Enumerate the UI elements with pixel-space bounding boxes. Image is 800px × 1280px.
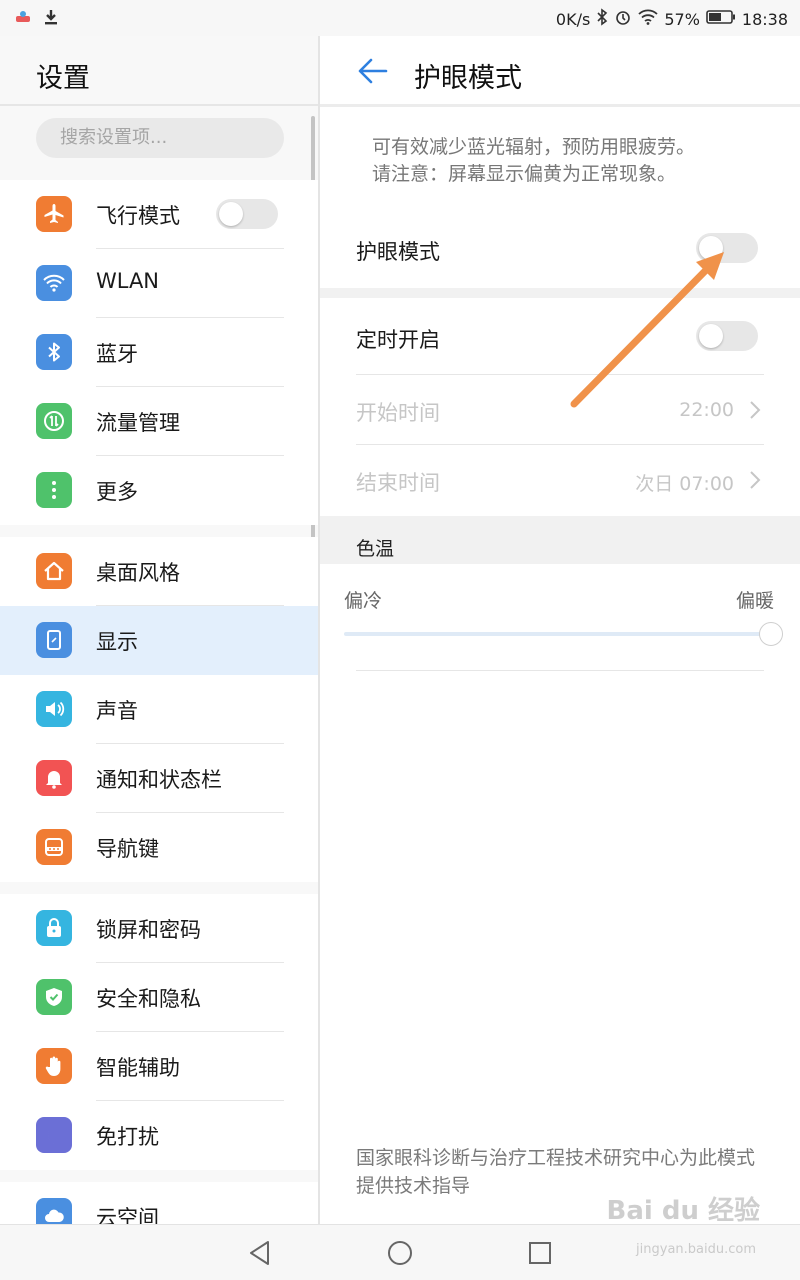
sidebar-item-label: 锁屏和密码 [96,918,201,942]
moon-icon [36,1117,72,1153]
sidebar-item-label: 通知和状态栏 [96,768,222,792]
nav-recents-button[interactable] [526,1239,554,1267]
watermark: Bai du 经验 [606,1196,761,1226]
description-line: 可有效减少蓝光辐射，预防用眼疲劳。 [372,136,696,158]
color-temp-label: 色温 [356,538,395,560]
search-input[interactable]: 搜索设置项... [36,118,284,158]
sidebar-item-label: 显示 [96,630,138,654]
header-divider [320,104,800,107]
airplane-icon [36,196,72,232]
battery-level: 57% [664,9,700,29]
color-temp-slider-thumb[interactable] [759,622,783,646]
chevron-right-icon [750,401,761,419]
sidebar-item-label: WLAN [96,269,160,293]
sidebar-item-smart-assist[interactable]: 智能辅助 [0,1032,318,1101]
page-title: 护眼模式 [414,63,522,94]
sidebar-item-navigation-keys[interactable]: 导航键 [0,813,318,882]
nav-back-button[interactable] [246,1239,274,1267]
end-time-label: 结束时间 [356,471,440,495]
sidebar-item-airplane-mode[interactable]: 飞行模式 [0,180,318,249]
settings-list-panel: 设置 搜索设置项... 飞行模式 WLAN 蓝牙 流量管理 更多 桌面风格 显示… [0,36,318,1224]
airplane-mode-toggle[interactable] [216,199,278,229]
eye-mode-toggle[interactable] [696,233,758,263]
bluetooth-icon [36,334,72,370]
wifi-status-icon [638,9,658,29]
section-divider [320,288,800,298]
color-temp-header: 色温 [320,516,800,564]
home-icon [36,553,72,589]
lock-icon [36,910,72,946]
navigation-key-icon [36,829,72,865]
back-button[interactable] [356,54,390,88]
sidebar-item-wlan[interactable]: WLAN [0,249,318,318]
sidebar-item-label: 云空间 [96,1206,159,1224]
header-divider [0,104,318,106]
sidebar-item-display[interactable]: 显示 [0,606,318,675]
start-time-label: 开始时间 [356,401,440,425]
bell-icon [36,760,72,796]
battery-icon [706,9,736,29]
sidebar-item-home-style[interactable]: 桌面风格 [0,537,318,606]
chevron-right-icon [750,471,761,489]
watermark-url: jingyan.baidu.com [636,1242,756,1257]
sidebar-item-do-not-disturb[interactable]: 免打扰 [0,1101,318,1170]
sidebar-item-cloud[interactable]: 云空间 [0,1182,318,1224]
sound-icon [36,691,72,727]
sidebar-item-label: 智能辅助 [96,1056,180,1080]
start-time-value: 22:00 [679,399,734,421]
row-divider [356,670,764,671]
schedule-label: 定时开启 [356,328,440,352]
sidebar-item-label: 声音 [96,699,138,723]
sidebar-item-label: 桌面风格 [96,561,180,585]
cloud-icon [36,1198,72,1224]
sidebar-item-label: 飞行模式 [96,204,180,228]
app-notification-icon [14,8,32,30]
data-usage-icon [36,403,72,439]
sidebar-item-data-usage[interactable]: 流量管理 [0,387,318,456]
sidebar-item-label: 安全和隐私 [96,987,201,1011]
sidebar-item-security-privacy[interactable]: 安全和隐私 [0,963,318,1032]
sidebar-item-bluetooth[interactable]: 蓝牙 [0,318,318,387]
schedule-toggle[interactable] [696,321,758,351]
description-line: 请注意：屏幕显示偏黄为正常现象。 [372,163,677,185]
settings-group-device: 桌面风格 显示 声音 通知和状态栏 导航键 [0,537,318,882]
display-icon [36,622,72,658]
hand-icon [36,1048,72,1084]
description: 可有效减少蓝光辐射，预防用眼疲劳。 请注意：屏幕显示偏黄为正常现象。 [372,134,695,188]
sidebar-item-label: 导航键 [96,837,159,861]
sidebar-item-lock-screen[interactable]: 锁屏和密码 [0,894,318,963]
settings-group-network: 飞行模式 WLAN 蓝牙 流量管理 更多 [0,180,318,525]
end-time-value: 次日 07:00 [635,473,734,495]
sidebar-item-label: 免打扰 [96,1125,159,1149]
settings-title: 设置 [36,63,90,94]
eye-mode-label: 护眼模式 [356,240,440,264]
settings-group-security: 锁屏和密码 安全和隐私 智能辅助 免打扰 [0,894,318,1170]
warm-label: 偏暖 [735,590,774,612]
settings-group-cloud: 云空间 [0,1182,318,1224]
sidebar-item-sound[interactable]: 声音 [0,675,318,744]
sidebar-item-notifications[interactable]: 通知和状态栏 [0,744,318,813]
color-temp-slider-track[interactable] [344,632,768,636]
sidebar-item-label: 流量管理 [96,411,180,435]
wifi-icon [36,265,72,301]
eye-comfort-panel: 护眼模式 可有效减少蓝光辐射，预防用眼疲劳。 请注意：屏幕显示偏黄为正常现象。 … [320,36,800,1224]
sidebar-item-label: 更多 [96,480,138,504]
alarm-icon [614,8,632,30]
nav-home-button[interactable] [386,1239,414,1267]
shield-icon [36,979,72,1015]
download-icon [42,8,60,30]
back-arrow-icon [358,58,388,84]
clock: 18:38 [741,9,788,29]
status-bar: 0K/s 57% 18:38 [0,0,800,36]
cool-label: 偏冷 [344,590,383,612]
sidebar-item-label: 蓝牙 [96,342,138,366]
more-icon [36,472,72,508]
sidebar-item-more[interactable]: 更多 [0,456,318,525]
network-speed: 0K/s [555,9,591,29]
bluetooth-status-icon [596,8,608,30]
row-divider [356,374,764,375]
row-divider [356,444,764,445]
